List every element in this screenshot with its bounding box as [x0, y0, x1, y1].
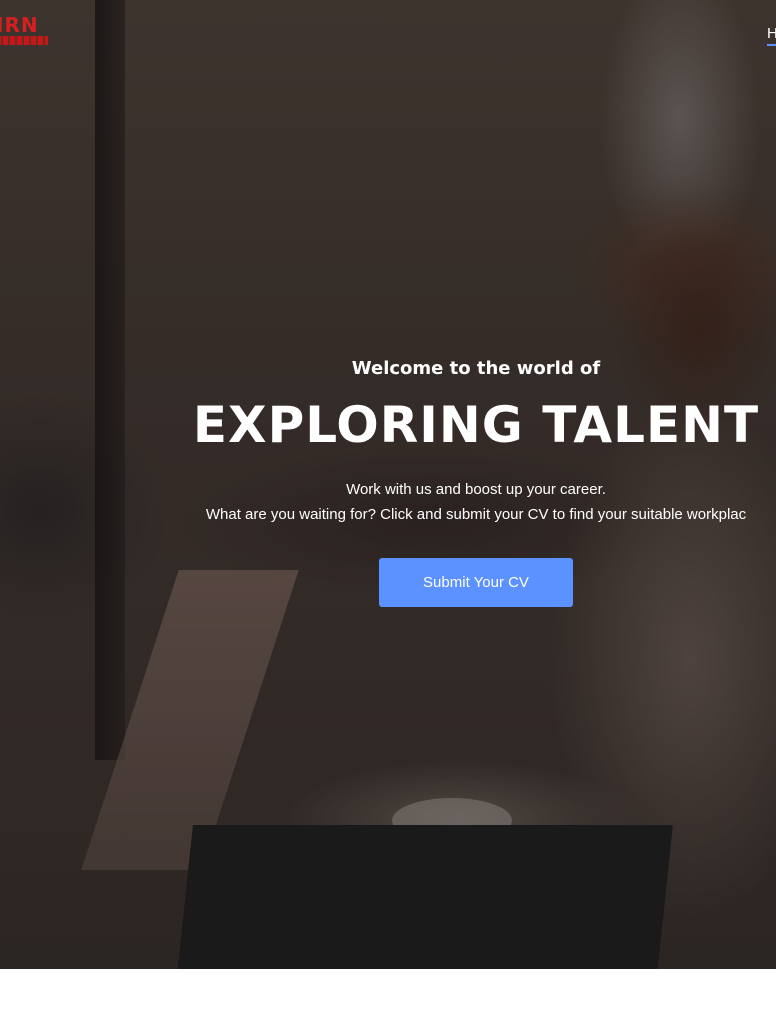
- nav-link-home[interactable]: H: [767, 25, 776, 46]
- hero-description-line-1: Work with us and boost up your career.: [346, 481, 606, 498]
- hero-description-line-2: What are you waiting for? Click and subm…: [205, 506, 747, 523]
- site-logo-tagline-graphic: [0, 36, 48, 45]
- hero-section: IRN H Welcome to the world of EXPLORING …: [0, 0, 776, 969]
- submit-cv-button[interactable]: Submit Your CV: [379, 558, 573, 607]
- hero-welcome-text: Welcome to the world of: [351, 358, 601, 379]
- hero-headline: EXPLORING TALENT: [192, 396, 760, 454]
- site-logo[interactable]: IRN: [0, 15, 39, 35]
- page-content-below-hero: [0, 969, 776, 1014]
